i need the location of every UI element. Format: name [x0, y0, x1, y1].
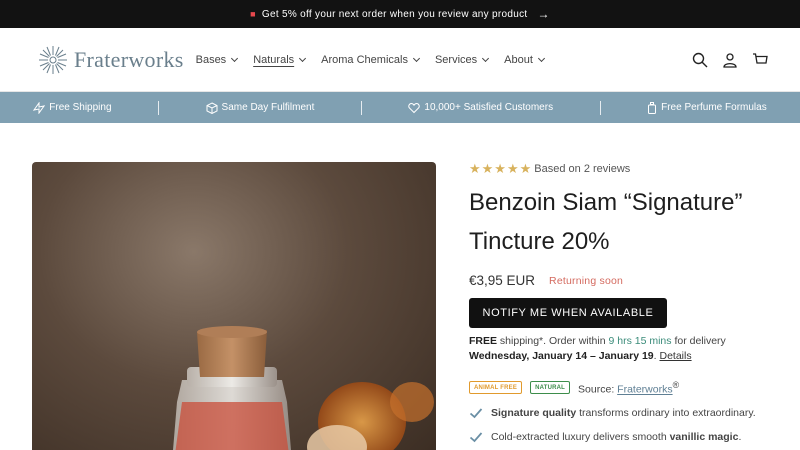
product-photo-drawing [173, 326, 434, 450]
animal-free-badge: ANIMAL FREE [469, 381, 523, 395]
feature-bold: Signature quality [491, 406, 577, 419]
feature-bold: vanillic magic [669, 430, 739, 443]
nav-label: Services [434, 53, 478, 66]
chevron-down-icon [231, 54, 239, 62]
natural-badge: NATURAL [530, 381, 571, 395]
check-icon [469, 431, 483, 442]
usp-label: Free Perfume Formulas [661, 102, 767, 113]
search-icon[interactable] [692, 52, 708, 68]
delivery-dates: Wednesday, January 14 – January 19 [469, 350, 654, 362]
star-rating-icon: ★★★★★ [469, 161, 533, 176]
title-line-2: Tincture 20% [469, 228, 610, 255]
usp-formulas: Free Perfume Formulas [647, 101, 767, 114]
site-header: Fraterworks Bases Naturals Aroma Chemica… [0, 28, 800, 92]
feature-rest: transforms ordinary into extraordinary. [576, 406, 756, 419]
nav-item-naturals[interactable]: Naturals [253, 53, 307, 66]
chevron-down-icon [412, 54, 421, 62]
account-icon[interactable] [722, 52, 738, 68]
nav-item-services[interactable]: Services [434, 53, 490, 66]
announcement-bar[interactable]: ■ Get 5% off your next order when you re… [0, 0, 800, 28]
usp-same-day: Same Day Fulfilment [206, 101, 315, 114]
header-icons [692, 52, 768, 68]
heart-icon [408, 102, 421, 113]
usp-label: 10,000+ Satisfied Customers [424, 102, 554, 113]
feature-text: Cold-extracted luxury delivers smooth va… [491, 431, 741, 443]
countdown: 9 hrs 15 mins [608, 335, 672, 347]
nav-label: Bases [195, 53, 227, 66]
logo-text[interactable]: Fraterworks [74, 47, 184, 73]
feature-pre: Cold-extracted luxury delivers smooth [491, 430, 670, 443]
usp-bar: Free Shipping Same Day Fulfilment 10,000… [0, 92, 800, 123]
title-line-1: Benzoin Siam “Signature” [469, 189, 743, 216]
free-label: FREE [469, 335, 498, 347]
price-row: €3,95 EUR Returning soon [469, 273, 779, 288]
notify-button[interactable]: NOTIFY ME WHEN AVAILABLE [469, 298, 667, 328]
registered-mark: ® [672, 380, 680, 390]
feature-item: Cold-extracted luxury delivers smooth va… [469, 430, 779, 444]
source-link[interactable]: Fraterworks [617, 384, 672, 396]
product-info: ★★★★★ Based on 2 reviews Benzoin Siam “S… [469, 161, 779, 444]
sunburst-logo-icon [39, 45, 67, 74]
availability-badge: Returning soon [549, 274, 624, 287]
feature-item: Signature quality transforms ordinary in… [469, 406, 779, 420]
product-title: Benzoin Siam “Signature” Tincture 20% [469, 183, 779, 261]
price: €3,95 EUR [469, 273, 536, 288]
main-nav: Bases Naturals Aroma Chemicals Services … [195, 53, 545, 66]
chevron-down-icon [299, 54, 307, 62]
box-icon [206, 101, 218, 114]
source-label: Source: [578, 383, 615, 396]
details-link[interactable]: Details [659, 350, 691, 362]
usp-customers: 10,000+ Satisfied Customers [408, 102, 553, 114]
nav-label: Aroma Chemicals [321, 53, 408, 66]
chevron-down-icon [537, 54, 545, 62]
shipping-info: FREE shipping*. Order within 9 hrs 15 mi… [469, 334, 779, 364]
check-icon [469, 407, 483, 418]
nav-label: Naturals [253, 53, 295, 66]
nav-item-aroma-chemicals[interactable]: Aroma Chemicals [321, 53, 421, 66]
divider [158, 100, 160, 115]
nav-item-bases[interactable]: Bases [195, 53, 239, 66]
bottle-icon [648, 101, 657, 114]
announcement-text[interactable]: Get 5% off your next order when you revi… [262, 9, 528, 20]
truck-icon [33, 101, 46, 114]
cart-icon[interactable] [752, 52, 768, 68]
reviews-count[interactable]: Based on 2 reviews [534, 163, 630, 175]
divider [599, 100, 601, 115]
usp-label: Free Shipping [49, 102, 112, 113]
punctuation: . [653, 350, 657, 362]
chevron-down-icon [482, 54, 490, 62]
source: Source: Fraterworks® [578, 380, 679, 396]
product-image[interactable] [32, 162, 436, 450]
logo[interactable]: Fraterworks [38, 45, 184, 75]
nav-item-about[interactable]: About [504, 53, 545, 66]
feature-text: Signature quality transforms ordinary in… [491, 407, 756, 419]
product-section: ★★★★★ Based on 2 reviews Benzoin Siam “S… [0, 123, 800, 450]
gift-icon: ■ [250, 9, 256, 19]
rating[interactable]: ★★★★★ Based on 2 reviews [469, 161, 779, 177]
usp-free-shipping: Free Shipping [33, 101, 112, 114]
nav-label: About [504, 53, 533, 66]
shipping-text: shipping*. Order within [497, 335, 609, 347]
feature-post: . [738, 430, 742, 443]
badges-row: ANIMAL FREE NATURAL Source: Fraterworks® [469, 380, 779, 396]
divider [360, 100, 362, 115]
shipping-text: for delivery [671, 335, 726, 347]
usp-label: Same Day Fulfilment [221, 102, 315, 113]
arrow-right-icon[interactable]: → [538, 7, 550, 21]
